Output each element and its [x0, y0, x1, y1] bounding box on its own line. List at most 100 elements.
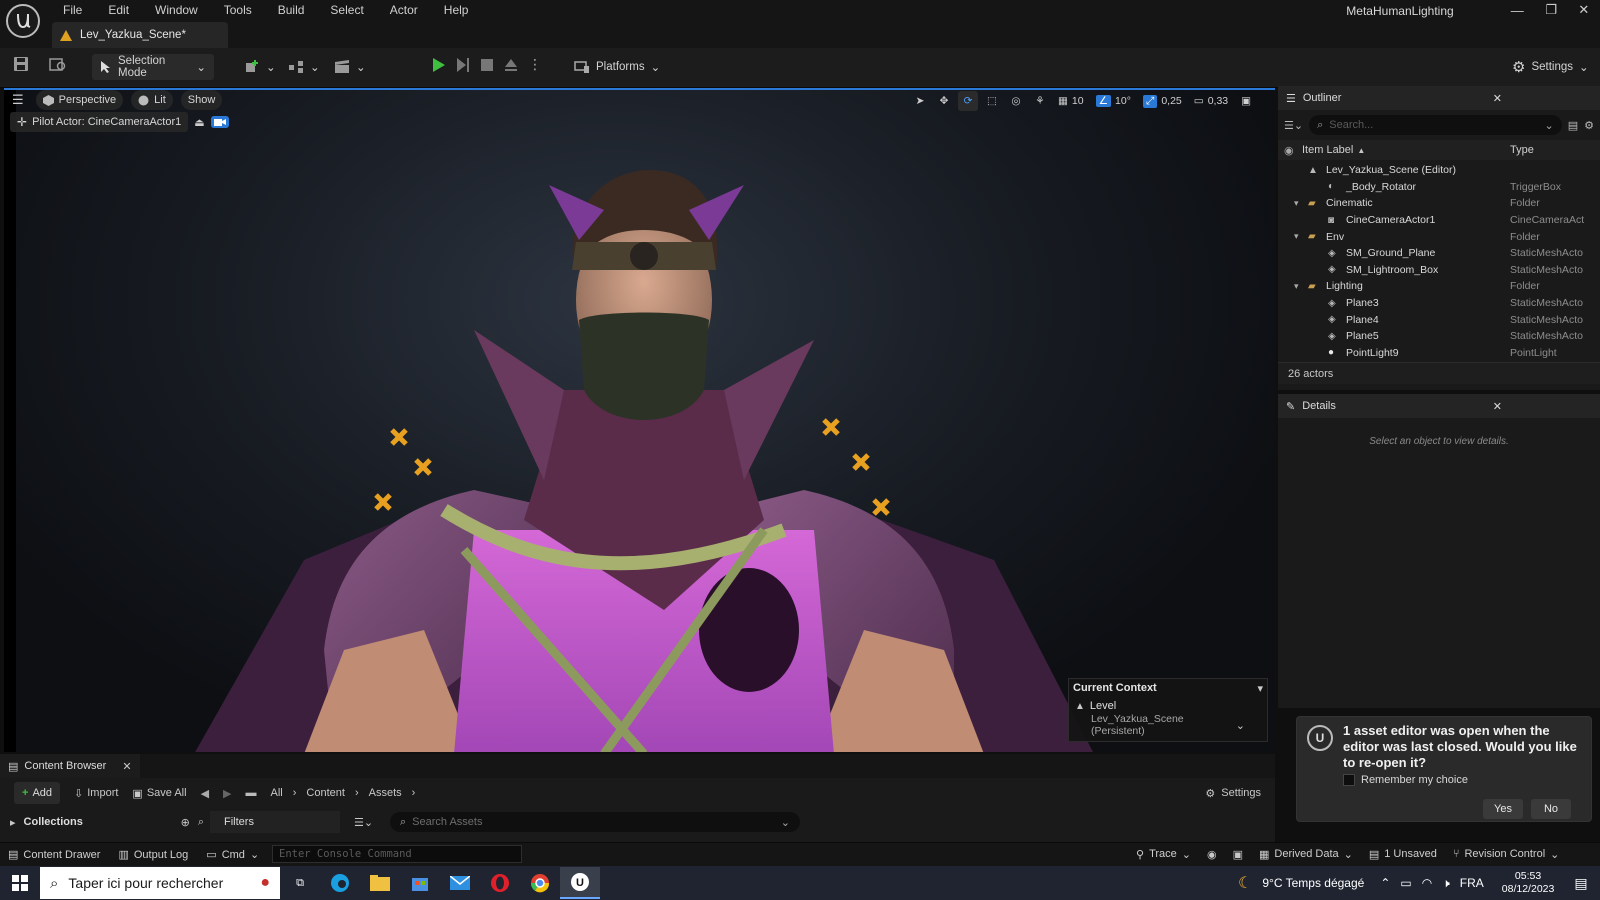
outliner-row[interactable]: ▾ ▰ Lighting Folder: [1278, 278, 1600, 295]
translate-icon[interactable]: ✥: [934, 91, 954, 111]
cmd-dropdown[interactable]: ▭ Cmd ⌄: [206, 848, 259, 862]
menu-window[interactable]: Window: [142, 0, 211, 20]
network-icon[interactable]: ▭: [1400, 876, 1411, 890]
outliner-tab[interactable]: ☰ Outliner ✕: [1278, 86, 1600, 110]
unsaved-button[interactable]: ▤ 1 Unsaved: [1369, 848, 1437, 861]
perspective-button[interactable]: Perspective: [35, 90, 124, 110]
browse-icon[interactable]: [49, 56, 67, 72]
remember-choice-checkbox[interactable]: Remember my choice: [1343, 774, 1468, 786]
add-collection-icon[interactable]: ⊕: [181, 816, 190, 829]
platforms-dropdown[interactable]: Platforms ⌄: [566, 54, 668, 80]
col-type[interactable]: Type: [1510, 144, 1534, 156]
grid-snap-button[interactable]: ▦ 10: [1054, 91, 1088, 111]
eye-icon[interactable]: ◉: [1284, 144, 1302, 157]
blueprint-button[interactable]: ⌄: [280, 54, 328, 80]
notification-center-icon[interactable]: ▤: [1574, 875, 1587, 892]
screenshot-icon[interactable]: ▣: [1233, 848, 1243, 861]
add-actor-button[interactable]: ⌄: [236, 54, 284, 80]
camera-speed-button[interactable]: ▭ 0,33: [1190, 91, 1232, 111]
menu-tools[interactable]: Tools: [211, 0, 265, 20]
expand-arrow-icon[interactable]: ▾: [1294, 198, 1299, 209]
weather-text[interactable]: 9°C Temps dégagé: [1262, 876, 1364, 890]
console-input[interactable]: Enter Console Command: [272, 845, 522, 863]
outliner-row[interactable]: ◙ CineCameraActor1 CineCameraAct: [1278, 212, 1600, 229]
chevron-down-icon[interactable]: ▾: [1257, 682, 1263, 695]
breadcrumb-all[interactable]: All: [271, 787, 283, 799]
lit-button[interactable]: Lit: [131, 90, 173, 110]
angle-snap-button[interactable]: ∠ 10°: [1092, 91, 1135, 111]
step-icon[interactable]: [456, 57, 470, 73]
gear-icon[interactable]: ⚙: [1584, 119, 1594, 132]
forward-icon[interactable]: ▶: [223, 787, 231, 800]
save-all-button[interactable]: ▣ Save All: [132, 787, 186, 800]
world-space-icon[interactable]: ◎: [1006, 91, 1026, 111]
rotate-icon[interactable]: ⟳: [958, 91, 978, 111]
close-icon[interactable]: ✕: [1578, 2, 1589, 18]
chrome-icon[interactable]: [520, 867, 560, 899]
chevron-right-icon[interactable]: ›: [412, 787, 416, 799]
hamburger-icon[interactable]: ☰: [8, 92, 28, 108]
no-button[interactable]: No: [1531, 799, 1571, 819]
close-icon[interactable]: ✕: [1493, 92, 1502, 105]
derived-data-dropdown[interactable]: ▦ Derived Data ⌄: [1259, 848, 1353, 861]
chevron-up-icon[interactable]: ⌃: [1380, 876, 1390, 890]
store-icon[interactable]: [400, 867, 440, 899]
filter-icon[interactable]: ☰⌄: [1284, 119, 1303, 132]
unreal-taskbar-icon[interactable]: U: [560, 867, 600, 899]
select-mode-icon[interactable]: ➤: [910, 91, 930, 111]
col-item-label[interactable]: Item Label: [1302, 144, 1353, 156]
windows-search-box[interactable]: ⌕ Taper ici pour rechercher ●: [40, 867, 280, 899]
outliner-row[interactable]: ▾ ▰ Env Folder: [1278, 228, 1600, 245]
revision-control-dropdown[interactable]: ⑂ Revision Control ⌄: [1453, 848, 1560, 861]
checkbox-box[interactable]: [1343, 774, 1355, 786]
more-vertical-icon[interactable]: ⋮: [528, 56, 542, 73]
import-button[interactable]: ⇩ Import: [74, 787, 118, 800]
clock[interactable]: 05:53 08/12/2023: [1502, 870, 1555, 896]
outliner-search-input[interactable]: ⌕ Search... ⌄: [1309, 115, 1562, 135]
back-icon[interactable]: ◀: [201, 787, 209, 800]
save-icon[interactable]: [13, 56, 29, 72]
play-icon[interactable]: [432, 57, 446, 73]
close-icon[interactable]: ✕: [1493, 400, 1502, 413]
outliner-row[interactable]: ▲ Lev_Yazkua_Scene (Editor): [1278, 162, 1600, 179]
chevron-right-icon[interactable]: ›: [293, 787, 297, 799]
minimize-icon[interactable]: —: [1511, 3, 1524, 18]
menu-help[interactable]: Help: [431, 0, 482, 20]
chevron-right-icon[interactable]: ›: [355, 787, 359, 799]
yes-button[interactable]: Yes: [1483, 799, 1523, 819]
menu-edit[interactable]: Edit: [95, 0, 142, 20]
details-tab[interactable]: ✎ Details ✕: [1278, 394, 1600, 418]
restore-icon[interactable]: ❐: [1545, 2, 1557, 18]
outliner-row[interactable]: ◈ SM_Lightroom_Box StaticMeshActo: [1278, 262, 1600, 279]
output-log-button[interactable]: ▥ Output Log: [118, 848, 188, 862]
camera-lock-icon[interactable]: [210, 116, 229, 128]
eject-icon[interactable]: [504, 57, 518, 73]
stop-icon[interactable]: [480, 57, 494, 73]
expand-arrow-icon[interactable]: ▾: [1294, 281, 1299, 292]
content-drawer-button[interactable]: ▤ Content Drawer: [8, 848, 100, 862]
unreal-logo-icon[interactable]: [6, 4, 40, 38]
surface-snap-icon[interactable]: ⚘: [1030, 91, 1050, 111]
trace-dropdown[interactable]: ⚲ Trace ⌄: [1136, 848, 1191, 861]
wifi-icon[interactable]: ◠: [1422, 876, 1432, 890]
collections-header[interactable]: ▸ Collections ⊕ ⌕: [0, 816, 210, 829]
outliner-row[interactable]: ◈ Plane4 StaticMeshActo: [1278, 311, 1600, 328]
windows-start-icon[interactable]: [0, 867, 40, 899]
viewport-layout-icon[interactable]: ▣: [1236, 91, 1256, 111]
menu-file[interactable]: File: [50, 0, 95, 20]
menu-build[interactable]: Build: [265, 0, 318, 20]
add-folder-icon[interactable]: ▤: [1568, 119, 1578, 132]
language-indicator[interactable]: FRA: [1460, 876, 1484, 890]
menu-select[interactable]: Select: [317, 0, 376, 20]
edge-icon[interactable]: [320, 867, 360, 899]
record-icon[interactable]: ◉: [1207, 848, 1217, 861]
scale-icon[interactable]: ⬚: [982, 91, 1002, 111]
cb-settings-button[interactable]: ⚙ Settings: [1205, 787, 1261, 800]
outliner-row[interactable]: ◈ Plane3 StaticMeshActo: [1278, 295, 1600, 312]
add-button[interactable]: + Add: [14, 782, 61, 804]
content-browser-tab[interactable]: ▤ Content Browser ✕: [0, 754, 140, 778]
breadcrumb-content[interactable]: Content: [306, 787, 345, 799]
eject-pilot-icon[interactable]: ⏏: [194, 116, 204, 129]
outliner-row[interactable]: ◈ Plane5 StaticMeshActo: [1278, 328, 1600, 345]
outliner-row[interactable]: ▾ ▰ Cinematic Folder: [1278, 195, 1600, 212]
